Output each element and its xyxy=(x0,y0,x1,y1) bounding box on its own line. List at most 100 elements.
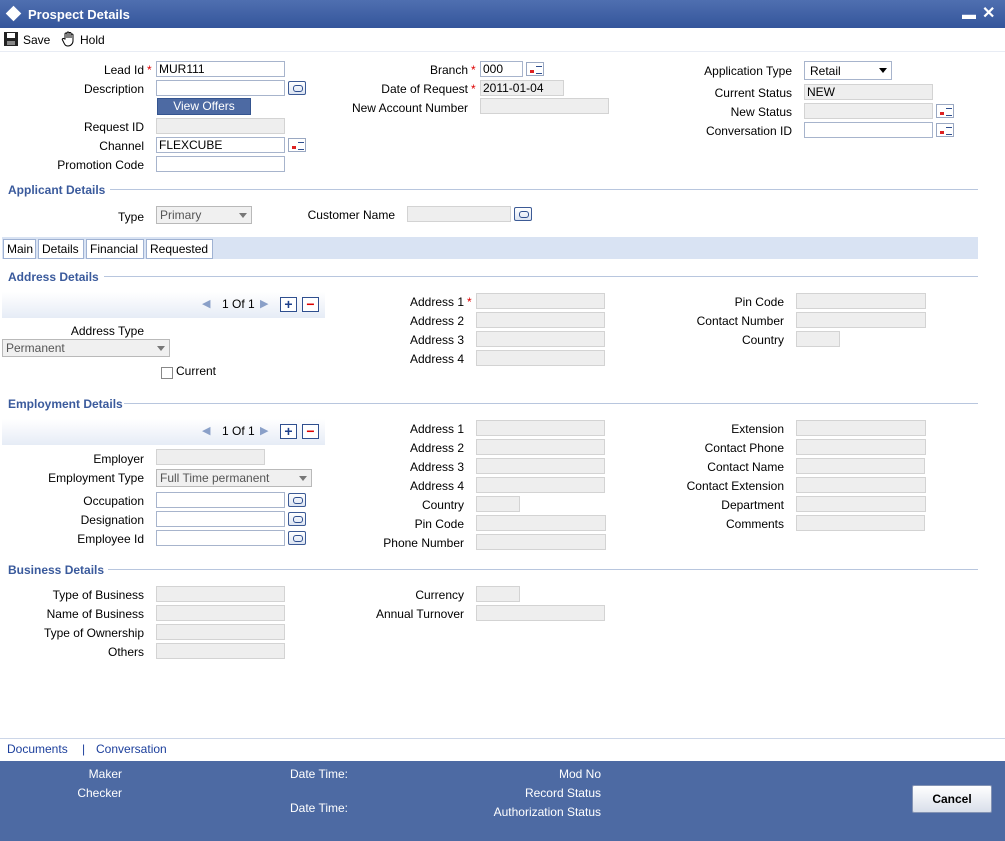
type-of-ownership-input[interactable] xyxy=(156,624,285,640)
section-divider xyxy=(124,403,978,404)
occupation-input[interactable] xyxy=(156,492,285,508)
view-offers-button[interactable]: View Offers xyxy=(157,98,251,115)
hold-button[interactable]: Hold xyxy=(80,33,105,47)
applicant-type-select[interactable]: Primary xyxy=(156,206,252,224)
tab-details[interactable]: Details xyxy=(38,239,84,259)
emp-pin-code-input[interactable] xyxy=(476,515,606,531)
tab-financial[interactable]: Financial xyxy=(86,239,144,259)
type-of-business-input[interactable] xyxy=(156,586,285,602)
new-status-label: New Status xyxy=(730,105,792,119)
employer-input[interactable] xyxy=(156,449,265,465)
required-marker: * xyxy=(467,295,472,309)
address1-input[interactable] xyxy=(476,293,605,309)
section-divider xyxy=(110,189,978,190)
department-input[interactable] xyxy=(796,496,926,512)
add-row-icon[interactable]: + xyxy=(280,297,297,312)
delete-row-icon[interactable]: − xyxy=(302,297,319,312)
pin-code-input[interactable] xyxy=(796,293,926,309)
lead-id-input[interactable]: MUR111 xyxy=(156,61,285,77)
hand-icon[interactable] xyxy=(60,30,78,48)
contact-name-input[interactable] xyxy=(796,458,925,474)
window-title-bar: Prospect Details ▬ ✕ xyxy=(0,0,1005,28)
emp-address3-input[interactable] xyxy=(476,458,605,474)
employment-details-title: Employment Details xyxy=(8,397,123,411)
new-status-input[interactable] xyxy=(804,103,933,119)
channel-lov-icon[interactable] xyxy=(288,138,306,152)
designation-lov-icon[interactable] xyxy=(288,512,306,526)
emp-address4-input[interactable] xyxy=(476,477,605,493)
others-input[interactable] xyxy=(156,643,285,659)
emp-address3-label: Address 3 xyxy=(409,460,464,474)
next-arrow-icon[interactable]: ▶ xyxy=(260,424,268,437)
address3-input[interactable] xyxy=(476,331,605,347)
currency-input[interactable] xyxy=(476,586,520,602)
annual-turnover-input[interactable] xyxy=(476,605,605,621)
link-separator: | xyxy=(82,742,86,756)
cancel-button[interactable]: Cancel xyxy=(912,785,992,813)
customer-name-lov-icon[interactable] xyxy=(514,207,532,221)
conversation-id-lov-icon[interactable] xyxy=(936,123,954,137)
next-arrow-icon[interactable]: ▶ xyxy=(260,297,268,310)
contact-extension-input[interactable] xyxy=(796,477,926,493)
branch-lov-icon[interactable] xyxy=(526,62,544,76)
required-marker: * xyxy=(147,63,152,77)
emp-address2-input[interactable] xyxy=(476,439,605,455)
date-of-request-input[interactable]: 2011-01-04 xyxy=(480,80,564,96)
channel-label: Channel xyxy=(99,139,144,153)
tab-main[interactable]: Main xyxy=(3,239,36,259)
save-button[interactable]: Save xyxy=(23,33,50,47)
previous-arrow-icon[interactable]: ◀ xyxy=(202,424,210,437)
employee-id-input[interactable] xyxy=(156,530,285,546)
address2-label: Address 2 xyxy=(409,314,464,328)
description-lov-icon[interactable] xyxy=(288,81,306,95)
documents-link[interactable]: Documents xyxy=(7,742,68,756)
promotion-code-input[interactable] xyxy=(156,156,285,172)
new-account-number-input[interactable] xyxy=(480,98,609,114)
pin-code-label: Pin Code xyxy=(734,295,784,309)
employment-type-label: Employment Type xyxy=(48,471,144,485)
current-status-input[interactable]: NEW xyxy=(804,84,933,100)
country-input[interactable] xyxy=(796,331,840,347)
type-of-ownership-label: Type of Ownership xyxy=(43,626,144,640)
branch-input[interactable]: 000 xyxy=(480,61,523,77)
application-type-select[interactable]: Retail xyxy=(804,61,892,80)
address4-input[interactable] xyxy=(476,350,605,366)
emp-country-input[interactable] xyxy=(476,496,520,512)
contact-number-input[interactable] xyxy=(796,312,926,328)
close-icon[interactable]: ✕ xyxy=(982,3,995,23)
name-of-business-input[interactable] xyxy=(156,605,285,621)
employee-id-lov-icon[interactable] xyxy=(288,531,306,545)
comments-input[interactable] xyxy=(796,515,925,531)
description-input[interactable] xyxy=(156,80,285,96)
address4-label: Address 4 xyxy=(409,352,464,366)
employee-id-label: Employee Id xyxy=(77,532,144,546)
emp-address1-input[interactable] xyxy=(476,420,605,436)
phone-number-input[interactable] xyxy=(476,534,606,550)
department-label: Department xyxy=(721,498,784,512)
address2-input[interactable] xyxy=(476,312,605,328)
customer-name-input[interactable] xyxy=(407,206,511,222)
current-checkbox[interactable] xyxy=(161,367,173,379)
contact-phone-input[interactable] xyxy=(796,439,926,455)
delete-row-icon[interactable]: − xyxy=(302,424,319,439)
employment-type-select[interactable]: Full Time permanent xyxy=(156,469,312,487)
occupation-label: Occupation xyxy=(83,494,144,508)
mod-no-label: Mod No xyxy=(558,767,601,781)
add-row-icon[interactable]: + xyxy=(280,424,297,439)
conversation-id-input[interactable] xyxy=(804,122,933,138)
occupation-lov-icon[interactable] xyxy=(288,493,306,507)
currency-label: Currency xyxy=(415,588,464,602)
emp-address2-label: Address 2 xyxy=(409,441,464,455)
designation-input[interactable] xyxy=(156,511,285,527)
channel-input[interactable]: FLEXCUBE xyxy=(156,137,285,153)
tab-requested[interactable]: Requested xyxy=(146,239,213,259)
emp-address4-label: Address 4 xyxy=(409,479,464,493)
minimize-icon[interactable]: ▬ xyxy=(962,6,976,22)
conversation-link[interactable]: Conversation xyxy=(96,742,167,756)
address-type-select[interactable]: Permanent xyxy=(2,339,170,357)
previous-arrow-icon[interactable]: ◀ xyxy=(202,297,210,310)
floppy-disk-icon[interactable] xyxy=(3,31,19,47)
extension-input[interactable] xyxy=(796,420,926,436)
new-status-lov-icon[interactable] xyxy=(936,104,954,118)
request-id-input[interactable] xyxy=(156,118,285,134)
